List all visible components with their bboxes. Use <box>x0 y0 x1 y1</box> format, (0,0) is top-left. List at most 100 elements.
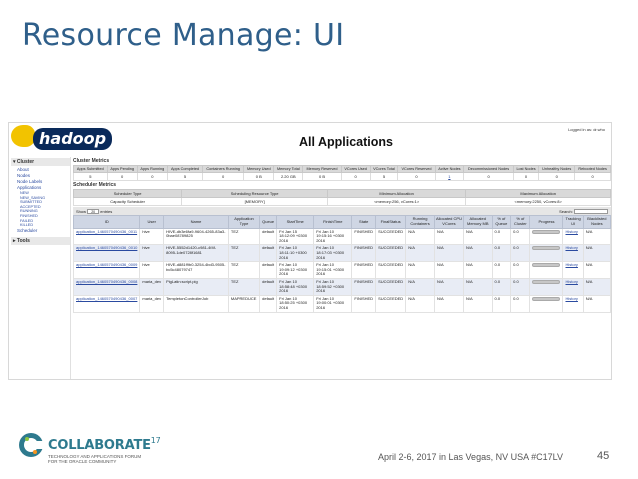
column-header[interactable]: % of Cluster <box>510 215 531 229</box>
cell-user: maria_dev <box>139 294 165 313</box>
cell-pc: 0.0 <box>510 244 531 263</box>
cell-name: HIVE-db3e6fa9-9604-4265-83a3-0bae0878982… <box>163 227 229 246</box>
cell-progress <box>529 244 564 263</box>
history-link[interactable]: History <box>565 296 577 301</box>
cell-start: Fri Jan 10 18:11:10 +0300 2016 <box>276 244 315 263</box>
cell-queue: default <box>259 227 278 246</box>
cell-final: SUCCEEDED <box>375 261 407 279</box>
cell-finish: Fri Jan 10 19:00:01 +0300 2016 <box>313 294 353 313</box>
history-link[interactable]: History <box>565 279 577 284</box>
column-header[interactable]: % of Queue <box>491 215 512 229</box>
search-input[interactable] <box>574 209 608 215</box>
metric-value: 0 B <box>302 172 342 182</box>
application-id-link[interactable]: application_1460570490436_0011 <box>76 229 137 234</box>
cell-cpu: N/A <box>433 244 465 263</box>
column-header[interactable]: Progress <box>529 215 564 229</box>
scheduler-metrics-heading: Scheduler Metrics <box>73 182 117 189</box>
progress-bar <box>532 296 561 301</box>
column-header[interactable]: ID <box>72 215 141 229</box>
column-header[interactable]: User <box>139 215 165 229</box>
sidebar-item-scheduler[interactable]: Scheduler <box>11 228 70 234</box>
application-id-link[interactable]: application_1460570490436_0007 <box>76 296 137 301</box>
cluster-metrics-table: Apps Submitted Apps Pending Apps Running Ap… <box>73 164 611 182</box>
cell-pc: 0.0 <box>510 277 531 296</box>
table-controls: Show 20 entries Search: <box>73 207 611 216</box>
sidebar-section-cluster[interactable]: ▾ Cluster <box>11 158 70 166</box>
history-link[interactable]: History <box>565 262 577 267</box>
column-header[interactable]: Queue <box>259 215 278 229</box>
column-header[interactable]: FinalStatus <box>375 215 407 229</box>
cell-type: TEZ <box>227 261 261 279</box>
cell-state: FINISHED <box>351 294 377 313</box>
cell-id: application_1460570490436_0007 <box>72 294 141 313</box>
metric-value: 5 <box>166 172 204 182</box>
metric-header: VCores Used <box>340 164 371 174</box>
elephant-icon <box>11 125 35 147</box>
cell-blacklisted: N/A <box>582 294 611 313</box>
metric-value: 2.20 GB <box>273 172 304 182</box>
column-header[interactable]: Name <box>163 215 229 229</box>
hadoop-logo: hadoop <box>11 125 113 155</box>
sidebar: ▾ Cluster About Nodes Node Labels Applicati… <box>11 157 71 379</box>
column-header[interactable]: Blacklisted Nodes <box>582 215 611 229</box>
column-header[interactable]: Running Containers <box>405 215 435 229</box>
cell-cpu: N/A <box>433 261 465 279</box>
cell-blacklisted: N/A <box>582 244 611 263</box>
collaborate-brand: COLLABORATE17 <box>48 436 161 453</box>
main-content: Cluster Metrics Apps Submitted Apps Pendi… <box>72 157 611 313</box>
application-id-link[interactable]: application_1460570490436_0008 <box>76 279 137 284</box>
yarn-screenshot: hadoop All Applications Logged in as: dr… <box>8 122 612 380</box>
column-header[interactable]: Allocated CPU VCores <box>433 215 465 229</box>
table-row: application_1460570490436_0007 maria_dev T… <box>72 294 611 313</box>
cell-mem: N/A <box>463 244 493 263</box>
history-link[interactable]: History <box>565 229 577 234</box>
column-header[interactable]: Tracking UI <box>562 215 584 229</box>
metric-header: Apps Running <box>136 164 168 174</box>
cell-tracking: History <box>562 244 584 263</box>
metric-header: Apps Pending <box>106 164 138 174</box>
cell-final: SUCCEEDED <box>375 277 407 296</box>
scheduler-value: <memory:2250, vCores:8> <box>465 197 611 207</box>
column-header[interactable]: Application Type <box>227 215 261 229</box>
cell-pc: 0.0 <box>510 261 531 279</box>
cell-pc: 0.0 <box>510 294 531 313</box>
metric-header: Memory Total <box>273 164 304 174</box>
cell-start: Fri Jan 10 18:58:48 +0300 2016 <box>276 277 315 296</box>
cell-user: hive <box>139 227 165 246</box>
show-entries: Show 20 entries <box>76 208 113 215</box>
cell-pc: 0.0 <box>510 227 531 246</box>
metric-value: 0 <box>513 172 540 182</box>
cell-pq: 0.0 <box>491 294 512 313</box>
metric-header: Memory Used <box>243 164 275 174</box>
cell-finish: Fri Jan 10 19:15:01 +0300 2016 <box>313 261 353 279</box>
cell-final: SUCCEEDED <box>375 227 407 246</box>
history-link[interactable]: History <box>565 245 577 251</box>
cell-id: application_1460570490436_0010 <box>72 244 141 263</box>
metric-value: 1 <box>434 172 465 182</box>
scheduler-header: Scheduling Resource Type <box>181 189 329 199</box>
metric-link[interactable]: 1 <box>448 174 450 179</box>
column-header[interactable]: FinishTime <box>313 215 353 229</box>
cell-name: HIVE-5552d1420-c981-4f4f-8095-1de0728f16… <box>163 244 229 263</box>
cell-pq: 0.0 <box>491 277 512 296</box>
cell-state: FINISHED <box>351 227 377 246</box>
application-id-link[interactable]: application_1460570490436_0009 <box>76 262 137 267</box>
column-header[interactable]: State <box>351 215 377 229</box>
column-header[interactable]: StartTime <box>276 215 315 229</box>
metric-header: Apps Submitted <box>73 164 108 174</box>
sidebar-section-tools[interactable]: ▸ Tools <box>11 236 70 245</box>
cell-name: TempletonControllerJob <box>163 294 229 313</box>
column-header[interactable]: Allocated Memory MB <box>463 215 493 229</box>
cell-start: Fri Jan 15 18:12:09 +0300 2016 <box>276 227 315 246</box>
cell-user: hive <box>139 244 165 263</box>
scheduler-value: Capacity Scheduler <box>72 197 183 207</box>
table-row: application_1460570490436_0011 hive HIVE-d… <box>72 227 611 246</box>
metric-header: Lost Nodes <box>513 164 540 174</box>
metric-value: 0 <box>106 172 138 182</box>
metric-header: Unhealthy Nodes <box>538 164 576 174</box>
entries-select[interactable]: 20 <box>87 209 100 215</box>
table-row: application_1460570490436_0010 hive HIVE-5… <box>72 244 611 263</box>
cell-mem: N/A <box>463 261 493 279</box>
application-id-link[interactable]: application_1460570490436_0010 <box>76 245 137 251</box>
cell-tracking: History <box>562 277 584 296</box>
